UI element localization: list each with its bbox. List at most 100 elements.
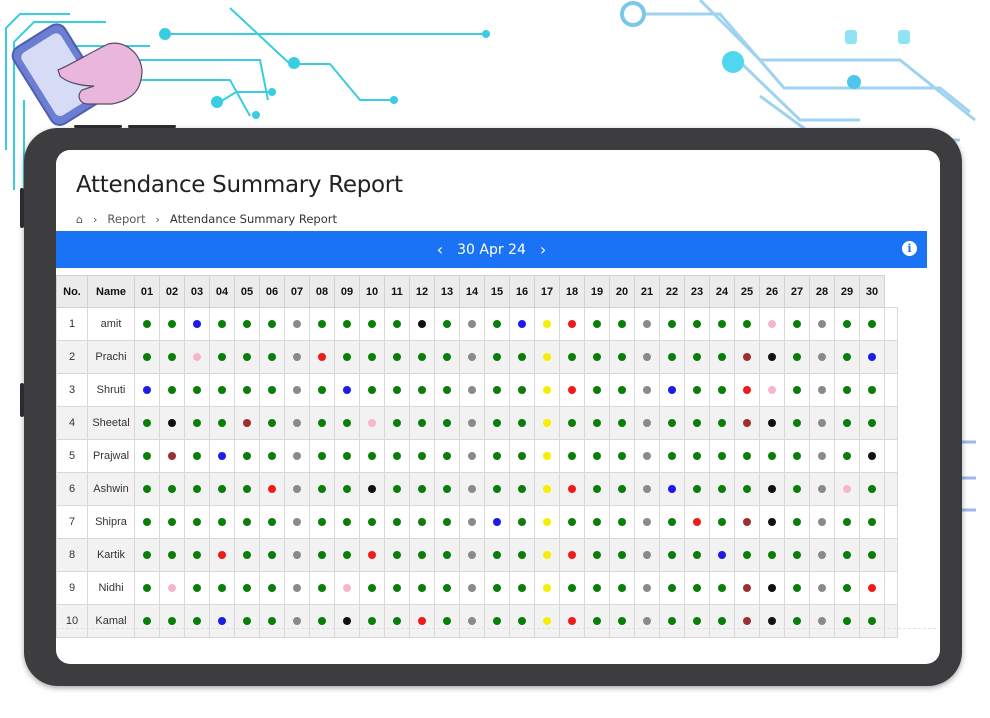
attendance-cell[interactable] bbox=[459, 340, 485, 374]
attendance-cell[interactable] bbox=[484, 340, 510, 374]
attendance-cell[interactable] bbox=[184, 373, 210, 407]
attendance-cell[interactable] bbox=[634, 373, 660, 407]
attendance-cell[interactable] bbox=[184, 604, 210, 638]
attendance-cell[interactable] bbox=[859, 340, 885, 374]
attendance-cell[interactable] bbox=[659, 340, 685, 374]
attendance-cell[interactable] bbox=[234, 406, 260, 440]
attendance-cell[interactable] bbox=[484, 604, 510, 638]
attendance-cell[interactable] bbox=[809, 571, 835, 605]
attendance-cell[interactable] bbox=[284, 439, 310, 473]
attendance-cell[interactable] bbox=[584, 373, 610, 407]
attendance-cell[interactable] bbox=[334, 505, 360, 539]
attendance-cell[interactable] bbox=[334, 472, 360, 506]
attendance-cell[interactable] bbox=[784, 604, 810, 638]
attendance-cell[interactable] bbox=[409, 340, 435, 374]
attendance-cell[interactable] bbox=[584, 505, 610, 539]
home-icon[interactable]: ⌂ bbox=[76, 213, 83, 226]
attendance-cell[interactable] bbox=[309, 439, 335, 473]
attendance-cell[interactable] bbox=[134, 373, 160, 407]
attendance-cell[interactable] bbox=[809, 340, 835, 374]
attendance-cell[interactable] bbox=[634, 571, 660, 605]
attendance-cell[interactable] bbox=[609, 472, 635, 506]
attendance-cell[interactable] bbox=[184, 472, 210, 506]
attendance-cell[interactable] bbox=[359, 472, 385, 506]
attendance-cell[interactable] bbox=[709, 439, 735, 473]
attendance-cell[interactable] bbox=[484, 505, 510, 539]
attendance-cell[interactable] bbox=[459, 439, 485, 473]
attendance-cell[interactable] bbox=[784, 340, 810, 374]
attendance-cell[interactable] bbox=[359, 373, 385, 407]
attendance-cell[interactable] bbox=[159, 373, 185, 407]
attendance-cell[interactable] bbox=[309, 604, 335, 638]
attendance-cell[interactable] bbox=[709, 538, 735, 572]
attendance-cell[interactable] bbox=[384, 340, 410, 374]
attendance-cell[interactable] bbox=[284, 472, 310, 506]
attendance-cell[interactable] bbox=[859, 472, 885, 506]
attendance-cell[interactable] bbox=[509, 604, 535, 638]
attendance-cell[interactable] bbox=[509, 439, 535, 473]
attendance-cell[interactable] bbox=[709, 505, 735, 539]
attendance-cell[interactable] bbox=[834, 505, 860, 539]
attendance-cell[interactable] bbox=[734, 340, 760, 374]
attendance-cell[interactable] bbox=[359, 406, 385, 440]
attendance-cell[interactable] bbox=[309, 307, 335, 341]
attendance-cell[interactable] bbox=[759, 406, 785, 440]
attendance-cell[interactable] bbox=[684, 439, 710, 473]
info-icon[interactable]: i bbox=[902, 241, 917, 256]
attendance-cell[interactable] bbox=[734, 307, 760, 341]
attendance-cell[interactable] bbox=[459, 373, 485, 407]
attendance-cell[interactable] bbox=[334, 340, 360, 374]
attendance-cell[interactable] bbox=[134, 604, 160, 638]
attendance-cell[interactable] bbox=[259, 406, 285, 440]
attendance-cell[interactable] bbox=[134, 439, 160, 473]
attendance-cell[interactable] bbox=[634, 439, 660, 473]
attendance-cell[interactable] bbox=[734, 406, 760, 440]
attendance-cell[interactable] bbox=[709, 571, 735, 605]
attendance-cell[interactable] bbox=[309, 472, 335, 506]
chevron-right-icon[interactable]: › bbox=[540, 240, 546, 259]
attendance-cell[interactable] bbox=[734, 439, 760, 473]
attendance-cell[interactable] bbox=[859, 373, 885, 407]
attendance-cell[interactable] bbox=[759, 472, 785, 506]
attendance-cell[interactable] bbox=[334, 571, 360, 605]
attendance-cell[interactable] bbox=[209, 307, 235, 341]
attendance-cell[interactable] bbox=[559, 373, 585, 407]
attendance-cell[interactable] bbox=[384, 439, 410, 473]
attendance-cell[interactable] bbox=[659, 604, 685, 638]
attendance-cell[interactable] bbox=[409, 604, 435, 638]
attendance-cell[interactable] bbox=[859, 307, 885, 341]
attendance-cell[interactable] bbox=[459, 538, 485, 572]
attendance-cell[interactable] bbox=[159, 307, 185, 341]
attendance-cell[interactable] bbox=[684, 373, 710, 407]
attendance-cell[interactable] bbox=[259, 538, 285, 572]
attendance-cell[interactable] bbox=[684, 472, 710, 506]
attendance-cell[interactable] bbox=[284, 406, 310, 440]
attendance-cell[interactable] bbox=[584, 604, 610, 638]
attendance-cell[interactable] bbox=[234, 571, 260, 605]
attendance-cell[interactable] bbox=[284, 604, 310, 638]
attendance-cell[interactable] bbox=[559, 604, 585, 638]
attendance-cell[interactable] bbox=[209, 406, 235, 440]
attendance-cell[interactable] bbox=[409, 439, 435, 473]
attendance-cell[interactable] bbox=[234, 604, 260, 638]
attendance-cell[interactable] bbox=[359, 340, 385, 374]
attendance-cell[interactable] bbox=[159, 571, 185, 605]
attendance-cell[interactable] bbox=[159, 538, 185, 572]
attendance-cell[interactable] bbox=[259, 340, 285, 374]
attendance-cell[interactable] bbox=[584, 571, 610, 605]
attendance-cell[interactable] bbox=[659, 406, 685, 440]
attendance-cell[interactable] bbox=[834, 439, 860, 473]
attendance-cell[interactable] bbox=[434, 373, 460, 407]
attendance-cell[interactable] bbox=[659, 439, 685, 473]
attendance-cell[interactable] bbox=[784, 307, 810, 341]
attendance-cell[interactable] bbox=[234, 538, 260, 572]
attendance-cell[interactable] bbox=[484, 373, 510, 407]
attendance-cell[interactable] bbox=[484, 439, 510, 473]
attendance-cell[interactable] bbox=[234, 373, 260, 407]
attendance-cell[interactable] bbox=[584, 406, 610, 440]
attendance-cell[interactable] bbox=[209, 571, 235, 605]
attendance-cell[interactable] bbox=[684, 538, 710, 572]
attendance-cell[interactable] bbox=[409, 406, 435, 440]
attendance-cell[interactable] bbox=[609, 406, 635, 440]
attendance-cell[interactable] bbox=[159, 505, 185, 539]
